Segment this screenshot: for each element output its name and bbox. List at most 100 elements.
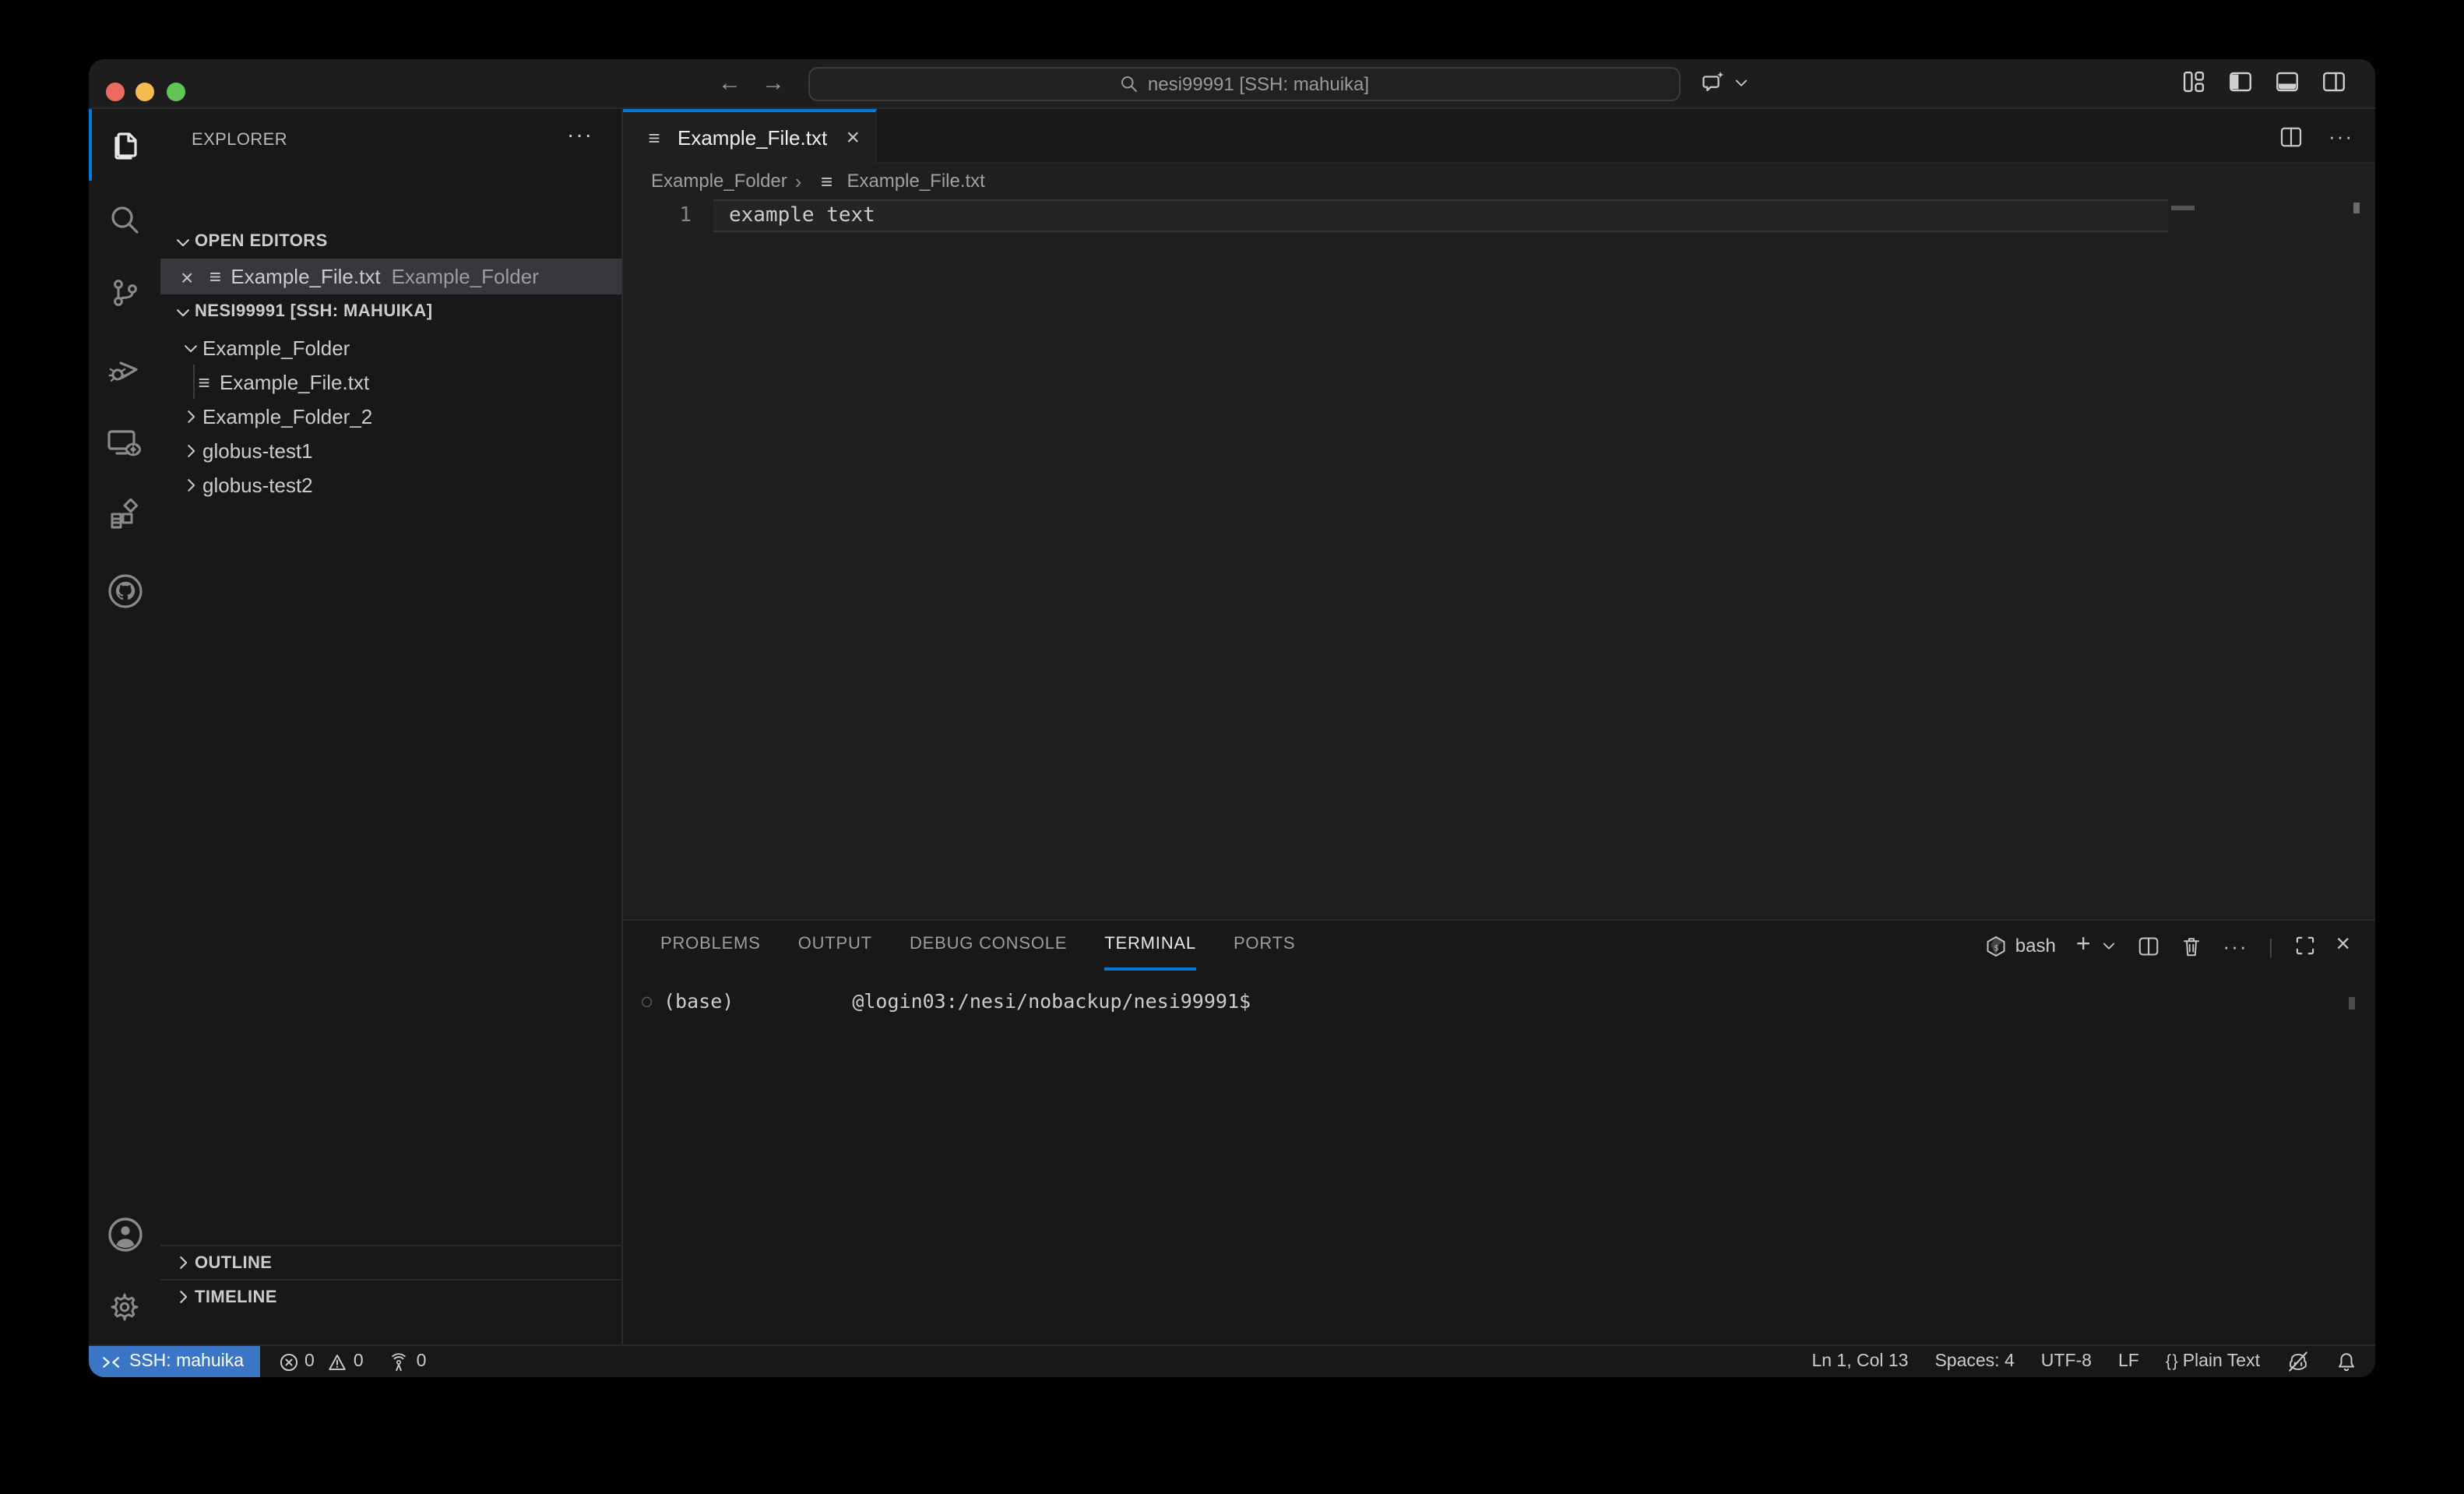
error-icon xyxy=(278,1351,298,1372)
zoom-window-button[interactable] xyxy=(167,83,185,101)
error-count: 0 xyxy=(304,1352,315,1371)
explorer-more-actions-button[interactable]: ··· xyxy=(567,122,593,146)
breadcrumb-separator: › xyxy=(795,169,802,192)
more-actions-icon[interactable]: ··· xyxy=(2328,125,2353,148)
maximize-panel-icon[interactable] xyxy=(2293,935,2315,957)
tab-ports[interactable]: PORTS xyxy=(1234,921,1295,971)
chevron-down-icon xyxy=(178,335,202,360)
new-terminal-button[interactable]: + xyxy=(2076,932,2091,960)
navigate-back-button[interactable]: ← xyxy=(718,70,741,98)
breadcrumb: Example_Folder › ≡ Example_File.txt xyxy=(623,164,2375,198)
activity-search-button[interactable] xyxy=(89,184,160,255)
tree-item-folder[interactable]: globus-test2 xyxy=(160,467,621,502)
chevron-down-icon xyxy=(1734,75,1749,90)
command-center-search[interactable]: nesi99991 [SSH: mahuika] xyxy=(808,67,1681,101)
remote-icon xyxy=(101,1351,121,1372)
terminal-prompt-line[interactable]: ○ (base) @login03:/nesi/nobackup/nesi999… xyxy=(642,989,1251,1013)
workspace-label: NESI99991 [SSH: MAHUIKA] xyxy=(195,302,432,321)
close-window-button[interactable] xyxy=(106,83,125,101)
customize-layout-icon[interactable] xyxy=(2181,69,2207,95)
tree-item-label: Example_File.txt xyxy=(220,370,369,393)
code-area[interactable]: 1 example text xyxy=(623,198,2375,919)
tab-debug-console[interactable]: DEBUG CONSOLE xyxy=(910,921,1067,971)
activity-run-debug-button[interactable] xyxy=(89,333,160,405)
panel-more-actions-icon[interactable]: ··· xyxy=(2223,934,2248,957)
split-editor-icon[interactable] xyxy=(2279,124,2304,149)
command-center-text: nesi99991 [SSH: mahuika] xyxy=(1148,73,1369,95)
activity-extensions-button[interactable] xyxy=(89,480,160,551)
kill-terminal-trash-icon[interactable] xyxy=(2181,934,2203,957)
cursor-position[interactable]: Ln 1, Col 13 xyxy=(1811,1352,1908,1371)
timeline-section-header[interactable]: TIMELINE xyxy=(160,1279,621,1313)
terminal-scrollbar[interactable] xyxy=(2349,997,2355,1010)
indent-guide xyxy=(193,365,195,399)
accounts-button[interactable] xyxy=(89,1198,160,1270)
toggle-primary-sidebar-icon[interactable] xyxy=(2227,69,2254,95)
split-terminal-icon[interactable] xyxy=(2138,934,2161,957)
activity-github-button[interactable] xyxy=(89,555,160,626)
tab-terminal[interactable]: TERMINAL xyxy=(1104,921,1196,971)
ports-status[interactable]: 0 xyxy=(389,1351,427,1372)
code-line-text: example text xyxy=(729,201,875,231)
close-icon[interactable]: × xyxy=(846,125,860,151)
gear-icon xyxy=(106,1288,143,1326)
github-icon xyxy=(105,571,144,610)
activity-source-control-button[interactable] xyxy=(89,257,160,329)
chevron-right-icon xyxy=(170,1250,195,1275)
minimap[interactable] xyxy=(2171,206,2195,210)
terminal-shell-selector[interactable]: $ bash xyxy=(1984,934,2056,957)
open-editor-file-description: Example_Folder xyxy=(392,265,539,288)
copilot-disabled-icon[interactable] xyxy=(2286,1351,2310,1372)
problems-status[interactable]: 0 0 xyxy=(278,1351,364,1372)
close-panel-icon[interactable]: × xyxy=(2336,932,2350,960)
tab-output[interactable]: OUTPUT xyxy=(798,921,872,971)
breadcrumb-folder[interactable]: Example_Folder xyxy=(651,170,787,192)
tree-item-folder[interactable]: Example_Folder_2 xyxy=(160,399,621,433)
open-editors-header[interactable]: OPEN EDITORS xyxy=(160,224,621,259)
tree-item-file[interactable]: ≡ Example_File.txt xyxy=(160,365,621,399)
tab-problems[interactable]: PROBLEMS xyxy=(660,921,761,971)
tree-item-label: Example_Folder xyxy=(202,336,350,359)
activity-explorer-button[interactable] xyxy=(89,109,160,181)
notifications-bell-icon[interactable] xyxy=(2336,1351,2357,1372)
chevron-down-icon xyxy=(170,299,195,324)
files-icon xyxy=(107,126,145,164)
minimize-window-button[interactable] xyxy=(136,83,154,101)
breadcrumb-file[interactable]: Example_File.txt xyxy=(847,170,984,192)
file-icon: ≡ xyxy=(192,370,216,393)
remote-explorer-icon xyxy=(104,424,145,464)
layout-controls xyxy=(2181,69,2347,95)
activity-remote-explorer-button[interactable] xyxy=(89,408,160,480)
indentation[interactable]: Spaces: 4 xyxy=(1934,1352,2014,1371)
current-line-highlight xyxy=(713,199,2168,232)
tree-item-folder[interactable]: Example_Folder xyxy=(160,330,621,365)
navigate-forward-button[interactable]: → xyxy=(762,70,785,98)
bash-terminal-icon: $ xyxy=(1984,934,2008,957)
radio-tower-icon xyxy=(389,1351,410,1372)
workspace-section-header[interactable]: NESI99991 [SSH: MAHUIKA] xyxy=(160,294,621,329)
remote-indicator[interactable]: SSH: mahuika xyxy=(89,1346,259,1377)
tab-example-file[interactable]: ≡ Example_File.txt × xyxy=(623,109,877,164)
close-icon[interactable]: × xyxy=(181,264,193,289)
shell-label: bash xyxy=(2015,935,2056,957)
file-icon: ≡ xyxy=(202,265,227,288)
warning-count: 0 xyxy=(354,1352,364,1371)
editor-group: ≡ Example_File.txt × ··· Example_Folder … xyxy=(623,109,2375,919)
open-editors-label: OPEN EDITORS xyxy=(195,232,328,251)
tree-item-folder[interactable]: globus-test1 xyxy=(160,433,621,467)
search-icon xyxy=(106,201,143,238)
chevron-right-icon xyxy=(178,472,202,497)
launch-profile-chevron[interactable] xyxy=(2102,938,2117,953)
file-icon: ≡ xyxy=(642,126,667,150)
eol-sequence[interactable]: LF xyxy=(2118,1352,2139,1371)
command-decoration-circle: ○ xyxy=(642,991,664,1011)
language-mode[interactable]: { } Plain Text xyxy=(2166,1352,2260,1371)
outline-section-header[interactable]: OUTLINE xyxy=(160,1245,621,1279)
open-editor-item[interactable]: × ≡ Example_File.txt Example_Folder xyxy=(160,259,621,294)
settings-button[interactable] xyxy=(89,1271,160,1343)
toggle-panel-icon[interactable] xyxy=(2274,69,2300,95)
encoding[interactable]: UTF-8 xyxy=(2041,1352,2092,1371)
copilot-menu-button[interactable] xyxy=(1698,67,1749,98)
title-bar: ← → nesi99991 [SSH: mahuika] xyxy=(89,59,2375,109)
toggle-secondary-sidebar-icon[interactable] xyxy=(2321,69,2347,95)
